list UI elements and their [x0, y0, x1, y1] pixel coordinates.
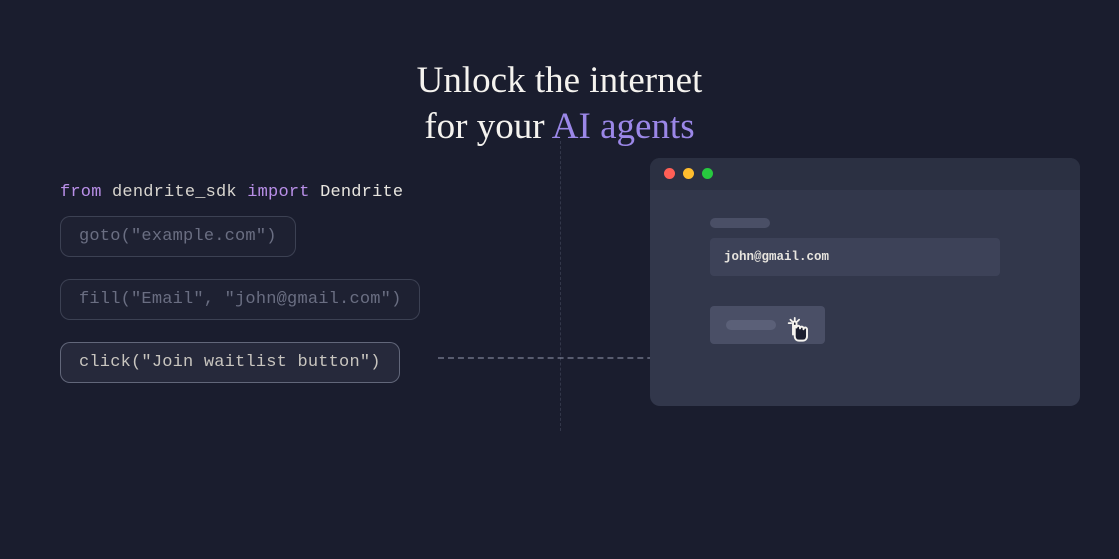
traffic-light-maximize-icon [702, 168, 713, 179]
class-name: Dendrite [320, 183, 403, 202]
fn-fill: fill [79, 290, 121, 309]
keyword-import: import [247, 183, 309, 202]
vertical-divider [560, 141, 561, 431]
browser-body: john@gmail.com [650, 190, 1080, 344]
button-label-skeleton [726, 320, 776, 330]
code-line-goto: goto("example.com") [60, 216, 296, 257]
join-waitlist-button[interactable] [710, 306, 825, 344]
email-field-value: john@gmail.com [724, 250, 829, 264]
hero-title: Unlock the internet for your AI agents [0, 0, 1119, 151]
fn-goto: goto [79, 227, 121, 246]
hero-line1: Unlock the internet [417, 60, 703, 101]
args-goto: "example.com" [131, 227, 266, 246]
module-name: dendrite_sdk [112, 183, 237, 202]
browser-mockup: john@gmail.com [650, 158, 1080, 406]
pointer-cursor-icon [786, 316, 814, 346]
args-fill: "Email", "john@gmail.com" [131, 290, 391, 309]
code-line-click: click("Join waitlist button") [60, 342, 400, 383]
fn-click: click [79, 353, 131, 372]
browser-chrome [650, 158, 1080, 190]
args-click: "Join waitlist button" [141, 353, 370, 372]
import-statement: from dendrite_sdk import Dendrite [60, 183, 540, 202]
email-field[interactable]: john@gmail.com [710, 238, 1000, 276]
traffic-light-minimize-icon [683, 168, 694, 179]
code-panel: from dendrite_sdk import Dendrite goto("… [60, 183, 540, 405]
content-area: from dendrite_sdk import Dendrite goto("… [0, 151, 1119, 405]
code-line-fill: fill("Email", "john@gmail.com") [60, 279, 420, 320]
traffic-light-close-icon [664, 168, 675, 179]
hero-line2-accent: AI agents [552, 106, 695, 147]
hero-line2-prefix: for your [424, 106, 551, 147]
keyword-from: from [60, 183, 102, 202]
email-label-skeleton [710, 218, 770, 228]
